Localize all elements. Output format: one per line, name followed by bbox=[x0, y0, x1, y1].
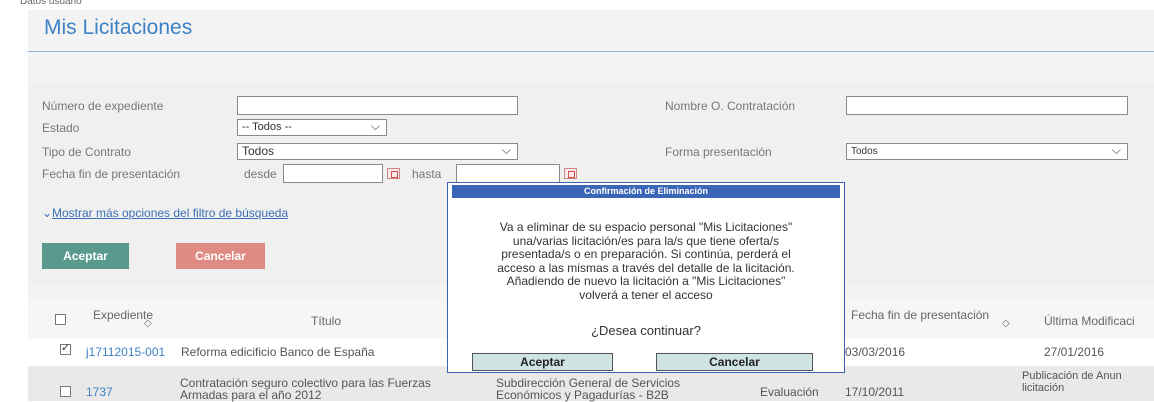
dialog-message-line: presentada/s o en preparación. Si contin… bbox=[501, 247, 791, 261]
breadcrumb: Datos usuario bbox=[20, 0, 82, 7]
expediente-link[interactable]: j17112015-001 bbox=[86, 346, 165, 358]
select-all-checkbox[interactable] bbox=[55, 314, 66, 325]
dialog-message-line: una/varias licitación/es para la/s que t… bbox=[512, 233, 780, 248]
dialog-accept-button[interactable]: Aceptar bbox=[472, 353, 613, 371]
confirmation-dialog: Confirmación de Eliminación Va a elimina… bbox=[447, 182, 845, 373]
tipo-value: Todos bbox=[242, 144, 275, 158]
desde-label: desde bbox=[244, 167, 277, 181]
dialog-message: Va a eliminar de su espacio personal "Mi… bbox=[450, 220, 842, 302]
dialog-message-line: volverá a tener el acceso bbox=[579, 287, 713, 302]
dialog-question: ¿Desea continuar? bbox=[591, 323, 701, 338]
organo-cell: Económicos y Pagadurías - B2B bbox=[496, 388, 669, 402]
tipo-select[interactable]: Todos ⌵ bbox=[237, 143, 518, 160]
column-header-titulo[interactable]: Título bbox=[311, 314, 341, 328]
chevron-down-icon: ⌵ bbox=[1111, 143, 1121, 157]
chevron-down-icon: ⌵ bbox=[501, 143, 511, 157]
organo-label: Nombre O. Contratación bbox=[665, 99, 796, 113]
dialog-message-line: Va a eliminar de su espacio personal "Mi… bbox=[499, 220, 793, 234]
estado-cell: Evaluación bbox=[760, 385, 819, 399]
dialog-cancel-button[interactable]: Cancelar bbox=[656, 353, 813, 371]
dialog-message-line: Añadiendo de nuevo la licitación a "Mis … bbox=[506, 274, 786, 288]
fecha-label: Fecha fin de presentación bbox=[42, 167, 181, 181]
ultima-mod-cell: 27/01/2016 bbox=[1044, 345, 1105, 359]
fecha-fin-cell: 17/10/2011 bbox=[845, 385, 905, 399]
estado-label: Estado bbox=[42, 121, 80, 135]
accept-button[interactable]: Aceptar bbox=[42, 243, 129, 269]
estado-select[interactable]: -- Todos -- ⌵ bbox=[237, 119, 387, 136]
row-checkbox[interactable] bbox=[60, 341, 71, 355]
ultima-mod-cell: licitación bbox=[1022, 382, 1065, 394]
estado-value: -- Todos -- bbox=[242, 121, 292, 133]
forma-label: Forma presentación bbox=[665, 145, 772, 159]
forma-select[interactable]: Todos ⌵ bbox=[846, 143, 1128, 160]
sort-icon[interactable]: ◇ bbox=[1002, 318, 1010, 329]
hasta-label: hasta bbox=[412, 167, 442, 181]
tipo-label: Tipo de Contrato bbox=[42, 145, 131, 159]
dialog-message-line: acceso a las mismas a través del detalle… bbox=[497, 260, 795, 275]
forma-value: Todos bbox=[851, 146, 878, 157]
chevron-down-icon: ⌵ bbox=[370, 119, 380, 133]
titulo-cell: Armadas para el año 2012 bbox=[180, 388, 322, 402]
desde-input[interactable] bbox=[283, 164, 383, 183]
calendar-icon[interactable] bbox=[564, 168, 577, 179]
calendar-icon[interactable] bbox=[387, 168, 400, 179]
expediente-input[interactable] bbox=[237, 96, 518, 115]
expediente-link[interactable]: 1737 bbox=[86, 386, 113, 398]
hasta-input[interactable] bbox=[456, 164, 560, 183]
cancel-button[interactable]: Cancelar bbox=[176, 243, 265, 269]
sort-icon[interactable]: ◇ bbox=[144, 318, 152, 329]
column-header-fecha-fin[interactable]: Fecha fin de presentación bbox=[851, 308, 989, 322]
expediente-label: Número de expediente bbox=[42, 99, 164, 113]
page-title: Mis Licitaciones bbox=[44, 16, 193, 39]
fecha-fin-cell: 03/03/2016 bbox=[845, 345, 906, 359]
dialog-title: Confirmación de Eliminación bbox=[452, 185, 840, 198]
titulo-cell: Reforma edicificio Banco de España bbox=[181, 345, 375, 359]
column-header-ultima-modificacion[interactable]: Última Modificaci bbox=[1044, 314, 1135, 328]
title-divider bbox=[28, 51, 1154, 52]
ultima-mod-cell: Publicación de Anun bbox=[1022, 370, 1122, 382]
organo-input[interactable] bbox=[846, 96, 1128, 115]
row-checkbox[interactable] bbox=[60, 386, 71, 397]
chevron-down-icon: ⌄ bbox=[42, 206, 53, 220]
more-options-link[interactable]: Mostrar más opciones del filtro de búsqu… bbox=[52, 206, 288, 220]
